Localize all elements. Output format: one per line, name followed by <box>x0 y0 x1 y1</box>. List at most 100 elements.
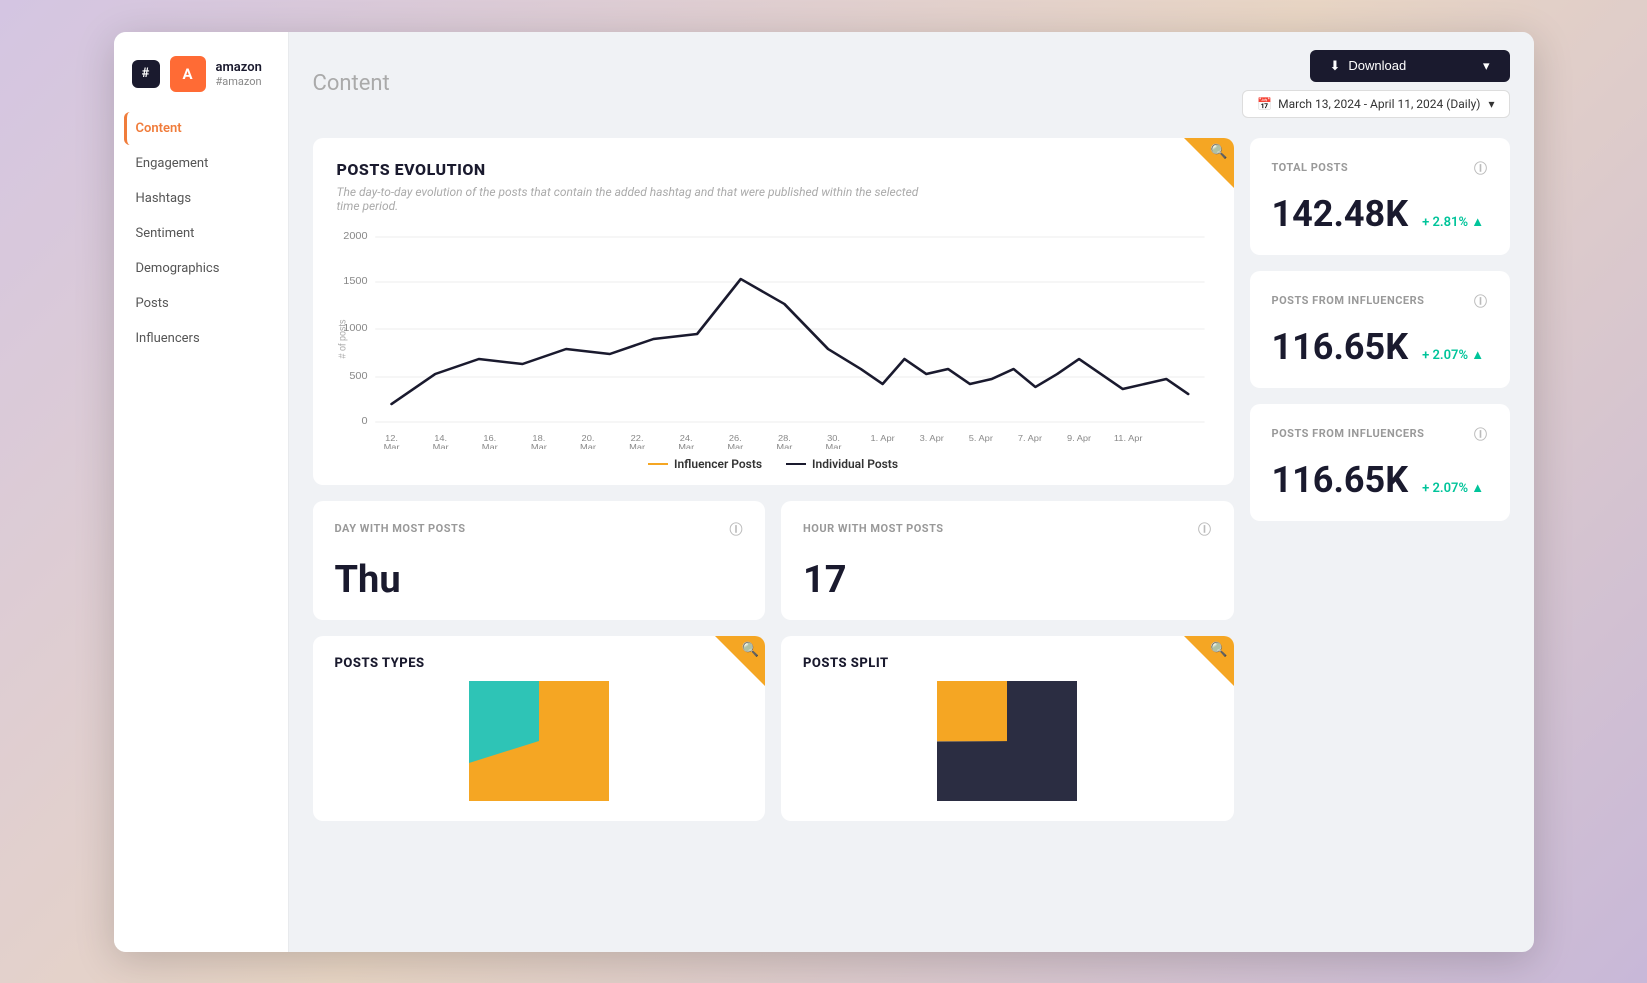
total-posts-value: 142.48K <box>1272 193 1409 235</box>
posts-types-svg <box>469 681 609 801</box>
posts-influencers-top-change: + 2.07% ▲ <box>1422 347 1484 363</box>
date-picker[interactable]: 📅 March 13, 2024 - April 11, 2024 (Daily… <box>1242 90 1509 118</box>
svg-text:Mar: Mar <box>580 442 596 449</box>
day-label: DAY WITH MOST POSTS ⓘ <box>335 519 744 538</box>
day-info-icon[interactable]: ⓘ <box>729 519 743 538</box>
svg-text:# of posts: # of posts <box>337 319 348 358</box>
posts-split-corner: 🔍 <box>1184 636 1234 686</box>
svg-text:Mar: Mar <box>432 442 448 449</box>
posts-influencers-bottom-value-row: 116.65K + 2.07% ▲ <box>1272 459 1488 501</box>
posts-split-search-icon[interactable]: 🔍 <box>1210 642 1227 658</box>
svg-text:Mar: Mar <box>825 442 841 449</box>
posts-influencers-bottom-info-icon[interactable]: ⓘ <box>1474 424 1488 443</box>
posts-split-title: POSTS SPLIT <box>803 656 1212 671</box>
svg-text:Mar: Mar <box>776 442 792 449</box>
page-title: Content <box>313 71 390 96</box>
posts-types-title: POSTS TYPES <box>335 656 744 671</box>
stats-row: DAY WITH MOST POSTS ⓘ Thu HOUR WITH MOST… <box>313 501 1234 620</box>
posts-types-corner: 🔍 <box>715 636 765 686</box>
posts-influencers-bottom-label: POSTS FROM INFLUENCERS ⓘ <box>1272 424 1488 443</box>
svg-text:500: 500 <box>349 371 367 382</box>
posts-influencers-top-label: POSTS FROM INFLUENCERS ⓘ <box>1272 291 1488 310</box>
avatar: A <box>170 56 206 92</box>
posts-evolution-card: 🔍 POSTS EVOLUTION The day-to-day evoluti… <box>313 138 1234 485</box>
hour-with-most-posts-card: HOUR WITH MOST POSTS ⓘ 17 <box>781 501 1234 620</box>
svg-text:5. Apr: 5. Apr <box>968 433 992 443</box>
svg-text:Mar: Mar <box>383 442 399 449</box>
svg-text:1500: 1500 <box>343 276 367 287</box>
calendar-icon: 📅 <box>1257 97 1272 111</box>
svg-text:Mar: Mar <box>678 442 694 449</box>
posts-influencers-bottom-card: POSTS FROM INFLUENCERS ⓘ 116.65K + 2.07%… <box>1250 404 1510 521</box>
sidebar-item-influencers[interactable]: Influencers <box>124 322 278 355</box>
sidebar-item-demographics[interactable]: Demographics <box>124 252 278 285</box>
date-range: March 13, 2024 - April 11, 2024 (Daily) <box>1278 97 1480 111</box>
chart-corner: 🔍 <box>1184 138 1234 188</box>
legend-influencer-label: Influencer Posts <box>674 457 762 471</box>
sidebar-item-sentiment[interactable]: Sentiment <box>124 217 278 250</box>
posts-types-search-icon[interactable]: 🔍 <box>742 642 759 658</box>
account-handle: #amazon <box>216 75 262 88</box>
total-posts-info-icon[interactable]: ⓘ <box>1474 158 1488 177</box>
sidebar-item-engagement[interactable]: Engagement <box>124 147 278 180</box>
account-info: amazon #amazon <box>216 60 262 88</box>
legend-individual-line <box>786 463 806 465</box>
svg-text:Mar: Mar <box>629 442 645 449</box>
sidebar-item-content[interactable]: Content <box>124 112 278 145</box>
hour-label: HOUR WITH MOST POSTS ⓘ <box>803 519 1212 538</box>
day-with-most-posts-card: DAY WITH MOST POSTS ⓘ Thu <box>313 501 766 620</box>
chart-area: 2000 1500 1000 500 0 # of <box>337 229 1210 449</box>
svg-text:0: 0 <box>361 416 367 427</box>
svg-text:1. Apr: 1. Apr <box>870 433 894 443</box>
posts-influencers-bottom-value: 116.65K <box>1272 459 1409 501</box>
legend-influencer: Influencer Posts <box>648 457 762 471</box>
chart-legend: Influencer Posts Individual Posts <box>337 457 1210 471</box>
posts-split-chart <box>803 681 1212 801</box>
svg-text:Mar: Mar <box>727 442 743 449</box>
svg-text:Mar: Mar <box>530 442 546 449</box>
total-posts-card: TOTAL POSTS ⓘ 142.48K + 2.81% ▲ <box>1250 138 1510 255</box>
sidebar-item-posts[interactable]: Posts <box>124 287 278 320</box>
svg-text:Mar: Mar <box>481 442 497 449</box>
sidebar-item-hashtags[interactable]: Hashtags <box>124 182 278 215</box>
chart-subtitle: The day-to-day evolution of the posts th… <box>337 185 937 213</box>
left-panel: 🔍 POSTS EVOLUTION The day-to-day evoluti… <box>313 138 1234 932</box>
posts-split-card: 🔍 POSTS SPLIT <box>781 636 1234 821</box>
svg-text:2000: 2000 <box>343 231 367 242</box>
posts-influencers-top-value-row: 116.65K + 2.07% ▲ <box>1272 326 1488 368</box>
download-button[interactable]: ⬇ Download ▾ <box>1310 50 1510 82</box>
posts-influencers-top-card: POSTS FROM INFLUENCERS ⓘ 116.65K + 2.07%… <box>1250 271 1510 388</box>
total-posts-arrow: ▲ <box>1471 215 1484 230</box>
sidebar: # A amazon #amazon Content Engagement Ha… <box>114 32 289 952</box>
posts-split-svg <box>937 681 1077 801</box>
header: Content ⬇ Download ▾ 📅 March 13, 2024 - … <box>289 32 1534 128</box>
content-area: 🔍 POSTS EVOLUTION The day-to-day evoluti… <box>289 128 1534 952</box>
posts-types-card: 🔍 POSTS TYPES <box>313 636 766 821</box>
posts-types-chart <box>335 681 744 801</box>
search-icon[interactable]: 🔍 <box>1210 144 1227 160</box>
total-posts-value-row: 142.48K + 2.81% ▲ <box>1272 193 1488 235</box>
posts-influencers-top-arrow: ▲ <box>1471 348 1484 363</box>
svg-text:3. Apr: 3. Apr <box>919 433 943 443</box>
dropdown-arrow-icon: ▾ <box>1483 58 1490 74</box>
account-name: amazon <box>216 60 262 75</box>
legend-influencer-line <box>648 463 668 465</box>
posts-influencers-bottom-arrow: ▲ <box>1471 481 1484 496</box>
posts-influencers-bottom-change: + 2.07% ▲ <box>1422 480 1484 496</box>
posts-influencers-top-info-icon[interactable]: ⓘ <box>1474 291 1488 310</box>
hour-info-icon[interactable]: ⓘ <box>1198 519 1212 538</box>
legend-individual: Individual Posts <box>786 457 898 471</box>
hash-icon: # <box>132 60 160 88</box>
sidebar-logo: # A amazon #amazon <box>114 48 288 112</box>
posts-evolution-chart: 2000 1500 1000 500 0 # of <box>337 229 1210 449</box>
hour-value: 17 <box>803 558 1212 602</box>
main-content: Content ⬇ Download ▾ 📅 March 13, 2024 - … <box>289 32 1534 952</box>
right-panel: TOTAL POSTS ⓘ 142.48K + 2.81% ▲ POSTS <box>1250 138 1510 932</box>
total-posts-label: TOTAL POSTS ⓘ <box>1272 158 1488 177</box>
svg-text:7. Apr: 7. Apr <box>1017 433 1041 443</box>
header-actions: ⬇ Download ▾ 📅 March 13, 2024 - April 11… <box>1242 50 1509 118</box>
download-icon: ⬇ <box>1330 58 1341 74</box>
bottom-charts-section: 🔍 POSTS TYPES <box>313 636 1234 821</box>
sidebar-navigation: Content Engagement Hashtags Sentiment De… <box>114 112 288 355</box>
svg-text:9. Apr: 9. Apr <box>1066 433 1090 443</box>
